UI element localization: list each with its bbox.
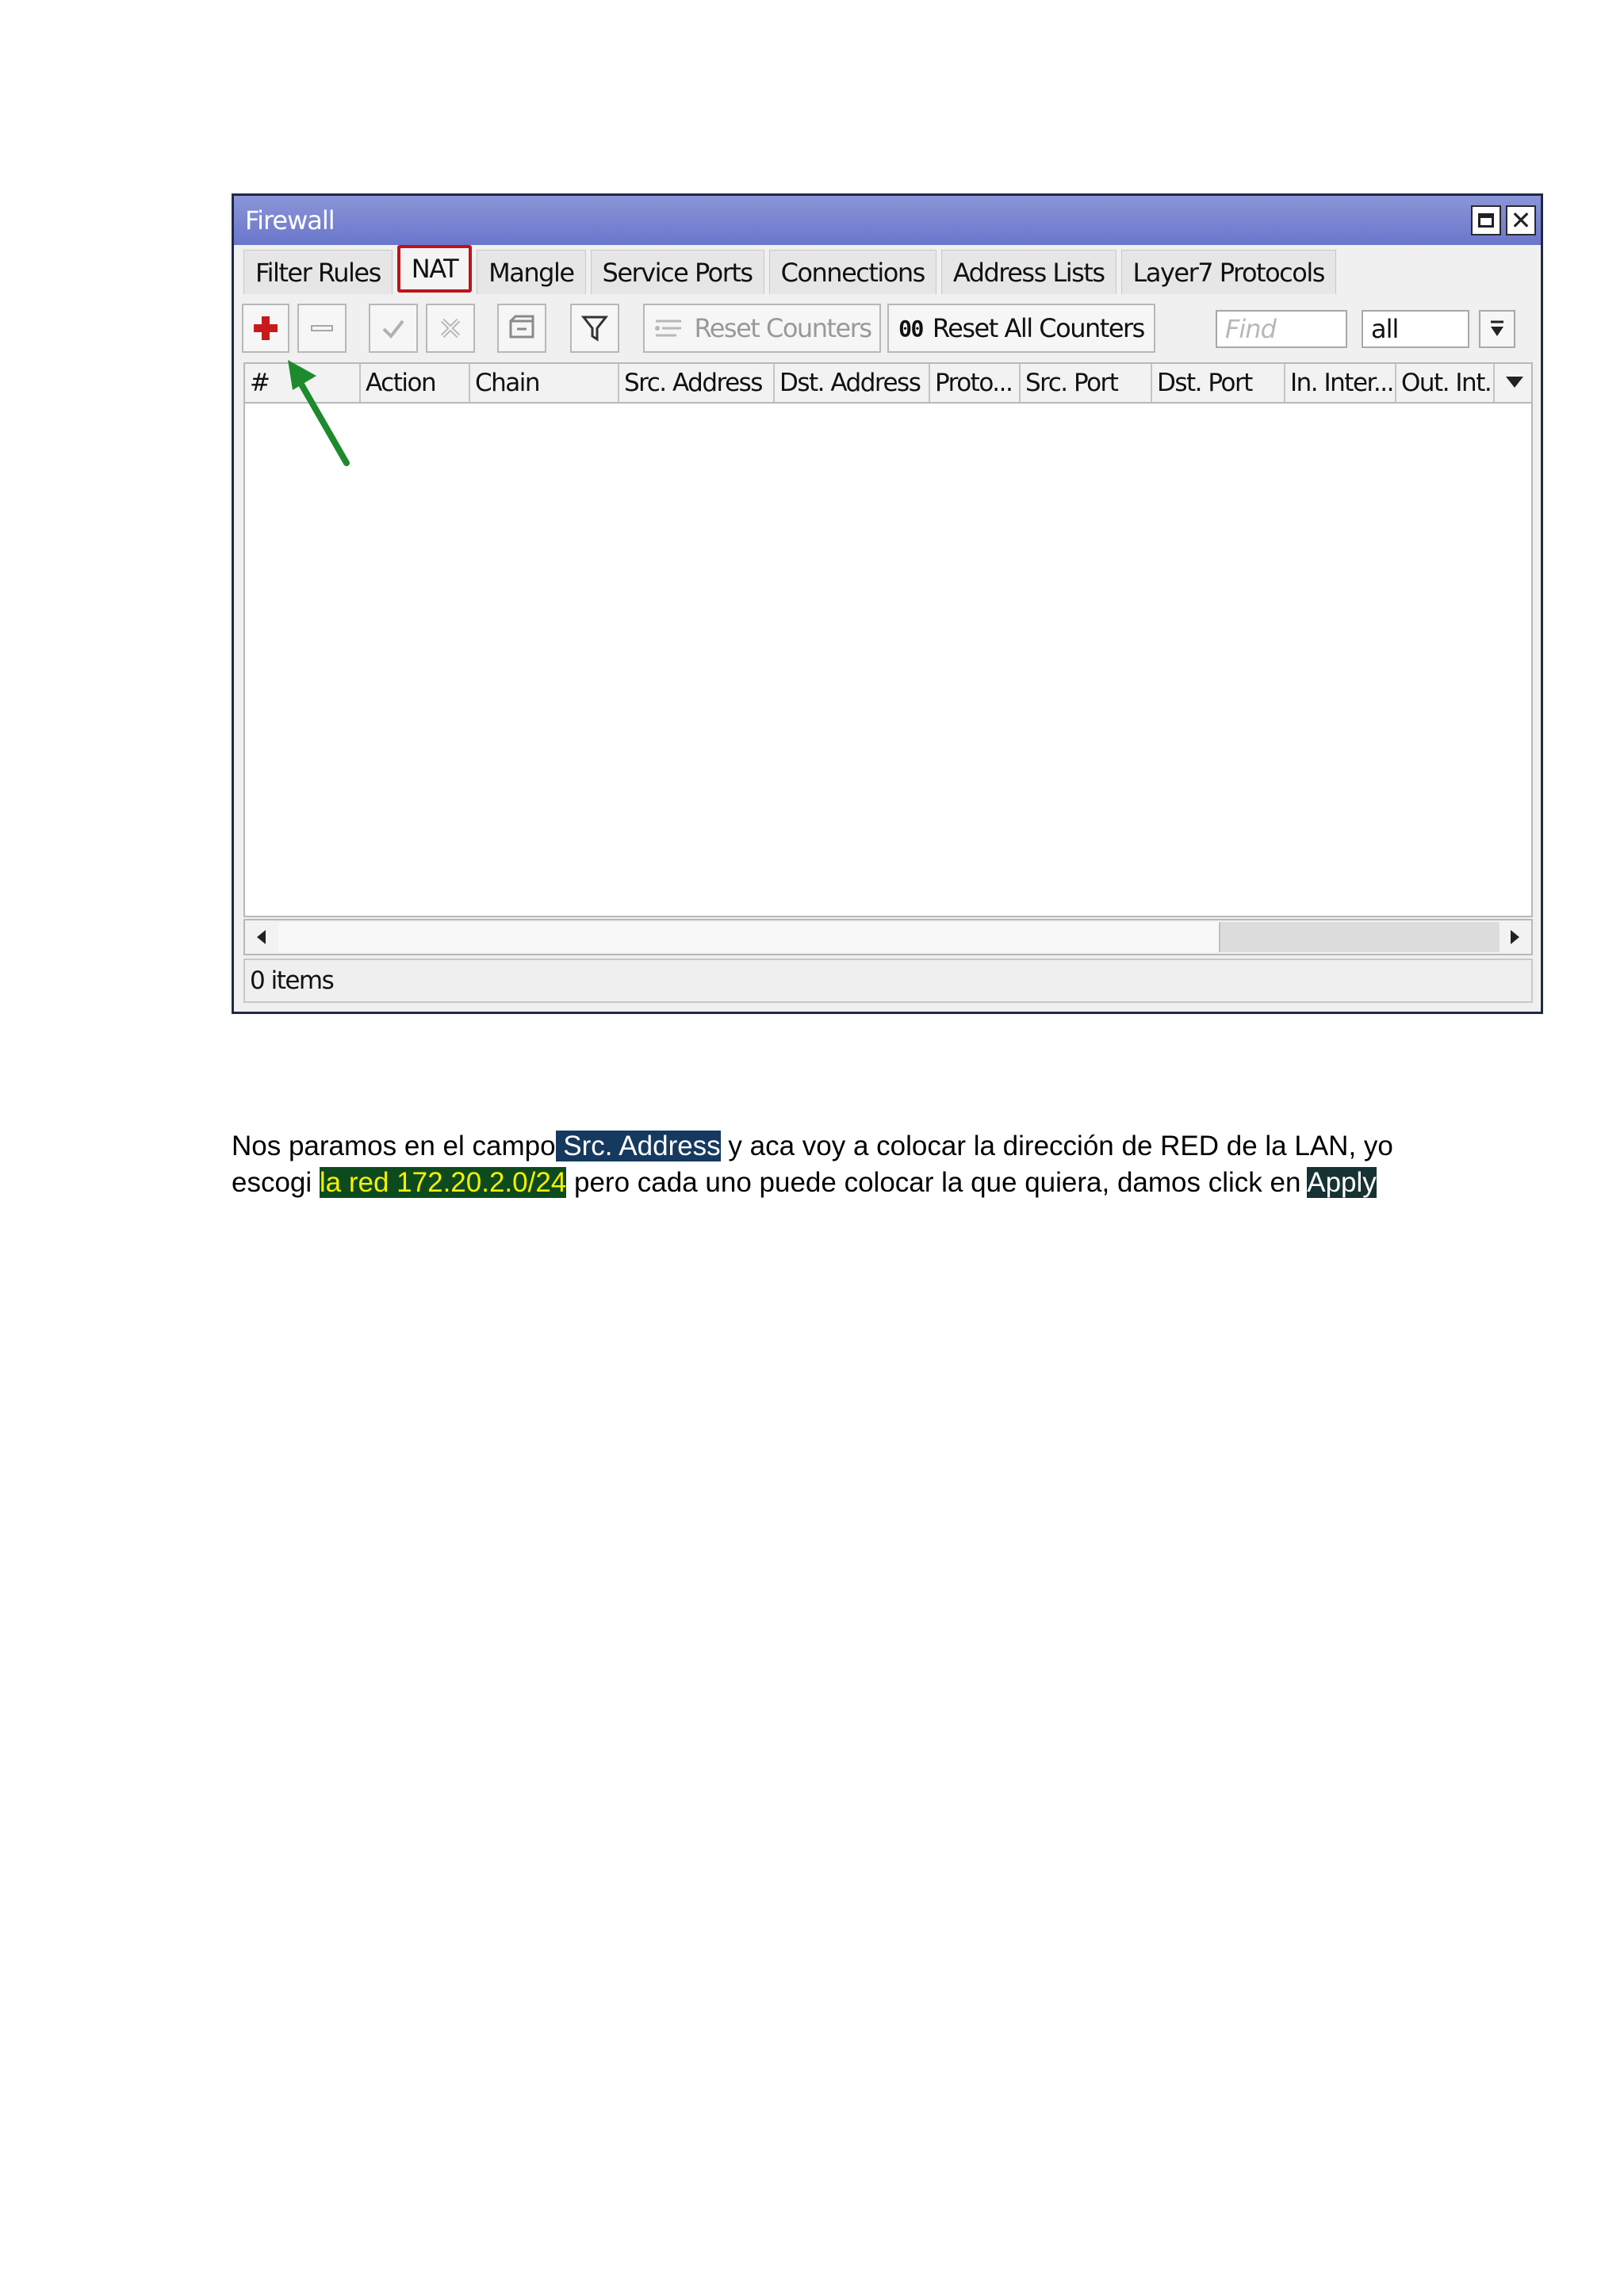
- column-header-chain[interactable]: Chain: [470, 364, 619, 402]
- toolbar: Reset Counters 00 Reset All Counters Fin…: [242, 304, 1533, 353]
- filter-button[interactable]: [570, 304, 619, 353]
- tab-connections[interactable]: Connections: [768, 250, 936, 294]
- tab-bar: Filter Rules NAT Mangle Service Ports Co…: [243, 245, 1341, 297]
- column-header-in-interface[interactable]: In. Inter...: [1285, 364, 1396, 402]
- column-header-src-address[interactable]: Src. Address: [619, 364, 775, 402]
- plus-icon: [254, 316, 278, 340]
- scroll-right-icon: [1511, 930, 1519, 944]
- filter-icon: [581, 316, 608, 342]
- table-header: # Action Chain Src. Address Dst. Address…: [245, 364, 1531, 404]
- status-bar: 0 items: [243, 959, 1533, 1003]
- close-icon: ✕: [1510, 205, 1532, 235]
- comment-button[interactable]: [497, 304, 546, 353]
- chevron-down-icon: [1506, 377, 1523, 388]
- scroll-left-button[interactable]: [245, 920, 278, 954]
- horizontal-scrollbar[interactable]: [243, 919, 1533, 955]
- reset-counters-label: Reset Counters: [694, 313, 872, 343]
- instruction-line-2: escogi la red 172.20.2.0/24 pero cada un…: [232, 1165, 1377, 1200]
- column-header-protocol[interactable]: Proto...: [930, 364, 1021, 402]
- firewall-window: Firewall ✕ Filter Rules NAT Mangle Servi…: [232, 193, 1543, 1014]
- instruction-text: y aca voy a colocar la dirección de RED …: [720, 1131, 1393, 1161]
- title-bar[interactable]: Firewall ✕: [234, 196, 1541, 245]
- column-header-dst-address[interactable]: Dst. Address: [775, 364, 930, 402]
- enable-button[interactable]: [369, 304, 418, 353]
- window-title: Firewall: [245, 205, 335, 235]
- instruction-text: pero cada uno puede colocar la que quier…: [566, 1167, 1308, 1198]
- src-address-highlight: Src. Address: [555, 1131, 721, 1161]
- reset-counters-icon: [655, 320, 682, 337]
- tab-filter-rules[interactable]: Filter Rules: [243, 250, 393, 294]
- scroll-thumb[interactable]: [278, 922, 1220, 952]
- rules-table[interactable]: # Action Chain Src. Address Dst. Address…: [243, 362, 1533, 917]
- instruction-line-1: Nos paramos en el campo Src. Address y a…: [232, 1129, 1393, 1164]
- reset-all-icon: 00: [898, 315, 924, 342]
- reset-counters-button[interactable]: Reset Counters: [643, 304, 881, 353]
- scroll-left-icon: [257, 930, 266, 944]
- add-button[interactable]: [242, 304, 289, 353]
- maximize-button[interactable]: [1471, 205, 1501, 235]
- columns-menu-button[interactable]: [1503, 370, 1526, 394]
- tab-nat[interactable]: NAT: [396, 245, 473, 293]
- reset-all-counters-button[interactable]: 00 Reset All Counters: [887, 304, 1155, 353]
- instruction-text: escogi: [232, 1167, 320, 1198]
- filter-dropdown-button[interactable]: [1479, 310, 1515, 348]
- tab-mangle[interactable]: Mangle: [477, 250, 586, 294]
- reset-all-counters-label: Reset All Counters: [932, 313, 1145, 343]
- comment-icon: [509, 315, 534, 339]
- minus-icon: [311, 325, 333, 331]
- disable-button[interactable]: [426, 304, 475, 353]
- remove-button[interactable]: [297, 304, 347, 353]
- scroll-track[interactable]: [1220, 922, 1500, 952]
- instruction-text: Nos paramos en el campo: [232, 1131, 556, 1161]
- network-highlight: la red 172.20.2.0/24: [319, 1167, 567, 1198]
- disable-x-icon: [440, 318, 461, 339]
- close-button[interactable]: ✕: [1506, 205, 1536, 235]
- column-header-src-port[interactable]: Src. Port: [1021, 364, 1152, 402]
- column-header-out-interface[interactable]: Out. Int..: [1396, 364, 1495, 402]
- tab-layer7-protocols[interactable]: Layer7 Protocols: [1120, 250, 1336, 294]
- maximize-icon: [1478, 213, 1494, 228]
- item-count: 0 items: [250, 966, 335, 995]
- tab-service-ports[interactable]: Service Ports: [590, 250, 764, 294]
- annotation-arrow-icon: [288, 360, 350, 466]
- column-header-dst-port[interactable]: Dst. Port: [1152, 364, 1285, 402]
- dropdown-icon: [1491, 320, 1503, 336]
- check-icon: [382, 320, 404, 339]
- apply-highlight: Apply: [1307, 1167, 1377, 1198]
- find-input[interactable]: Find: [1216, 310, 1347, 348]
- scroll-right-button[interactable]: [1498, 920, 1531, 954]
- column-header-action[interactable]: Action: [361, 364, 470, 402]
- tab-address-lists[interactable]: Address Lists: [940, 250, 1116, 294]
- filter-select[interactable]: all: [1362, 310, 1469, 348]
